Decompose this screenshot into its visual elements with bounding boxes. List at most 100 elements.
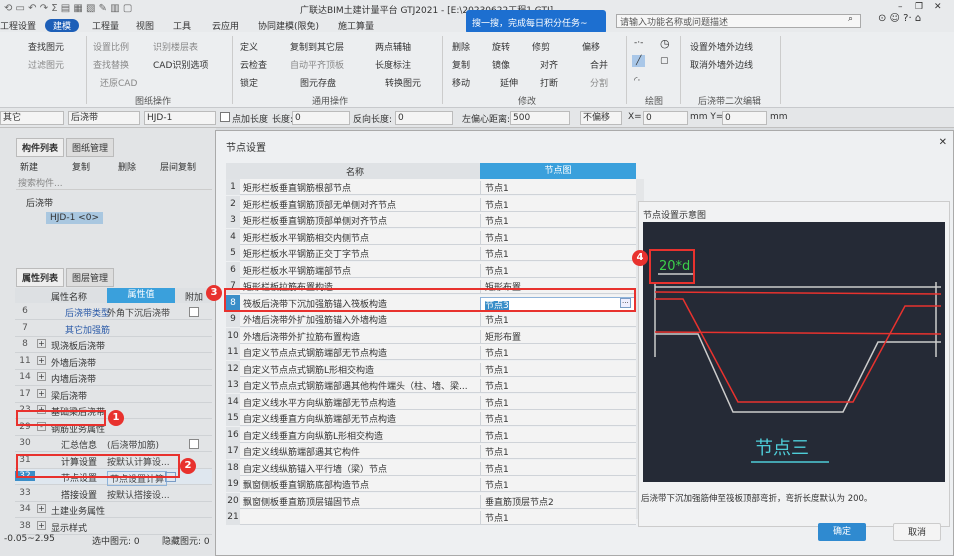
break-button[interactable]: 打断 [540,76,558,89]
node-row[interactable]: 2 矩形栏板垂直钢筋顶部无单侧对齐节点 节点1 [226,195,636,212]
minimize-button[interactable]: – [898,2,903,12]
restore-cad-button[interactable]: 还原CAD [100,76,137,89]
expand-toggle[interactable]: + [37,520,46,530]
node-row[interactable]: 11 自定义节点点式钢筋端部无节点构造 节点1 [226,344,636,360]
close-button[interactable]: ✕ [934,2,942,12]
convert-element-button[interactable]: 转换图元 [385,76,421,89]
expand-toggle[interactable]: + [37,388,46,398]
new-component-button[interactable]: 新建 [20,160,38,173]
restore-button[interactable]: ❐ [915,2,923,12]
tab-drawing-management[interactable]: 图纸管理 [66,138,115,157]
node-row[interactable]: 20 飘窗侧板垂直筋顶层锚固节点 垂直筋顶层节点2 [226,492,636,509]
line-draw-icon[interactable]: ╱ [632,55,646,67]
x-input[interactable]: 0 [643,111,688,125]
group-label-drawing-ops[interactable]: 图纸操作 [135,94,171,107]
header-icons[interactable]: ⊙ ☺ ?· ⌂ [878,13,921,24]
tab-view[interactable]: 视图 [136,19,154,32]
rotate-button[interactable]: 旋转 [492,40,510,53]
cad-options-button[interactable]: CAD识别选项 [153,58,208,71]
offset-button[interactable]: 偏移 [582,40,600,53]
tree-item-hjd-1[interactable]: HJD-1 <0> [46,212,103,224]
quick-access-toolbar[interactable]: ⟲ ▭ ↶ ↷ Σ ▤ ▦ ▧ ✎ ▥ ▢ [4,3,132,14]
node-row[interactable]: 21 节点1 [226,509,636,525]
node-value[interactable]: 节点1 [480,395,636,410]
tab-construction[interactable]: 施工算量 [338,19,374,32]
extra-checkbox[interactable] [189,307,199,317]
node-value[interactable]: 节点1 [480,313,636,327]
node-row[interactable]: 18 自定义线纵筋锚入平行墙（梁）节点 节点1 [226,459,636,476]
node-row[interactable]: 1 矩形栏板垂直钢筋根部节点 节点1 [226,179,636,195]
function-search-input[interactable]: 请输入功能名称或问题描述 [616,14,861,28]
component-select[interactable]: HJD-1 [144,111,216,125]
node-value[interactable]: 节点1 [480,214,636,228]
property-row[interactable]: 6 后浇带类型 外角下沉后浇带 [15,304,212,320]
set-outer-wall-edge-button[interactable]: 设置外墙外边线 [690,40,753,53]
find-replace-button[interactable]: 查找替换 [93,58,129,71]
trim-button[interactable]: 修剪 [532,40,550,53]
property-row[interactable]: 14 + 内墙后浇带 [15,370,212,386]
copy-to-floor-button[interactable]: 复制到其它层 [290,40,344,53]
node-value[interactable]: 节点1 [480,263,636,278]
identify-floor-table-button[interactable]: 识别楼层表 [153,40,198,53]
set-scale-button[interactable]: 设置比例 [93,40,129,53]
tab-project-settings[interactable]: 工程设置 [0,19,36,32]
auto-align-top-button[interactable]: 自动平齐顶板 [290,58,344,71]
node-value[interactable]: 节点1 [480,346,636,360]
node-value[interactable]: 节点1 [480,445,636,459]
split-button[interactable]: 分割 [590,76,608,89]
expand-toggle[interactable]: + [37,372,46,381]
cancel-outer-wall-edge-button[interactable]: 取消外墙外边线 [690,58,753,71]
floor-copy-button[interactable]: 层间复制 [160,160,196,173]
move-button[interactable]: 移动 [452,76,470,89]
component-type-select[interactable]: 后浇带 [68,111,140,125]
length-input[interactable]: 0 [292,111,350,125]
node-value[interactable]: 节点1 [480,197,636,212]
property-value[interactable]: (后浇带加筋) [107,438,159,451]
delete-button[interactable]: 删除 [452,40,470,53]
tab-component-list[interactable]: 构件列表 [16,138,65,157]
tab-property-list[interactable]: 属性列表 [16,268,65,287]
property-value[interactable]: 按默认搭接设... [107,488,170,501]
cloud-check-button[interactable]: 云检查 [240,58,267,71]
find-element-button[interactable]: 查找图元 [28,40,64,53]
node-row[interactable]: 10 外墙后浇带外扩拉筋布置构造 矩形布置 [226,327,636,344]
filter-element-button[interactable]: 过滤图元 [28,58,64,71]
tab-collab[interactable]: 协同建模(限免) [258,19,319,32]
extend-button[interactable]: 延伸 [500,76,518,89]
property-row[interactable]: 17 + 梁后浇带 [15,387,212,403]
tab-quantity[interactable]: 工程量 [92,19,119,32]
node-value[interactable]: 节点1 [480,478,636,492]
expand-toggle[interactable]: + [37,355,46,365]
property-row[interactable]: 30 汇总信息 (后浇带加筋) [15,436,212,452]
tab-tools[interactable]: 工具 [173,19,191,32]
node-row[interactable]: 15 自定义线垂直方向纵筋端部无节点构造 节点1 [226,410,636,426]
property-row[interactable]: 11 + 外墙后浇带 [15,354,212,370]
node-row[interactable]: 14 自定义线水平方向纵筋端部无节点构造 节点1 [226,393,636,410]
node-row[interactable]: 9 外墙后浇带外扩加强筋锚入外墙构造 节点1 [226,311,636,327]
dialog-close-button[interactable]: ✕ [939,137,947,148]
node-value[interactable]: 节点1 [480,461,636,476]
y-input[interactable]: 0 [722,111,767,125]
property-row[interactable]: 7 其它加强筋 [15,321,212,337]
promo-banner[interactable]: 搜一搜，完成每日积分任务~ [466,10,606,34]
property-row[interactable]: 34 + 土建业务属性 [15,502,212,518]
node-row[interactable]: 16 自定义线垂直方向纵筋L形相交构造 节点1 [226,426,636,443]
node-value[interactable]: 节点1 [480,379,636,393]
search-icon[interactable]: ⌕ [848,14,853,24]
component-search-input[interactable]: 搜索构件... [16,176,212,190]
property-row[interactable]: 8 + 现浇板后浇带 [15,337,212,353]
rect-draw-icon[interactable]: ▢ [660,56,669,66]
delete-component-button[interactable]: 删除 [118,160,136,173]
node-row[interactable]: 13 自定义节点点式钢筋端部遇其他构件端头（柱、墙、梁... 节点1 [226,377,636,393]
align-button[interactable]: 对齐 [540,58,558,71]
floor-type-select[interactable]: 其它 [0,111,64,125]
node-row[interactable]: 17 自定义线纵筋端部遇其它构件 节点1 [226,443,636,459]
offset-input[interactable]: 500 [510,111,570,125]
node-row[interactable]: 12 自定义节点点式钢筋L形相交构造 节点1 [226,360,636,377]
property-row[interactable]: 33 搭接设置 按默认搭接设... [15,486,212,502]
tree-root-post-pour[interactable]: 后浇带 [26,196,53,209]
node-value[interactable]: 垂直筋顶层节点2 [480,494,636,509]
node-value[interactable]: 节点1 [480,230,636,245]
node-value[interactable]: 节点1 [480,511,636,525]
point-draw-icon[interactable]: -·- [634,38,643,48]
